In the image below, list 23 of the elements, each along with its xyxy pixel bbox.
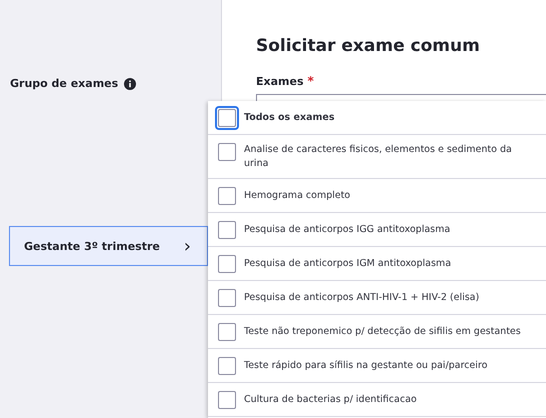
required-mark: * xyxy=(308,74,314,88)
checkbox[interactable] xyxy=(218,186,236,204)
option-label[interactable]: Pesquisa de anticorpos IGM antitoxoplasma xyxy=(244,256,452,270)
option-label[interactable]: Pesquisa de anticorpos ANTI-HIV-1 + HIV-2 (elisa) xyxy=(244,290,480,304)
group-label: Grupo de exames xyxy=(10,77,118,90)
checkbox[interactable] xyxy=(218,254,236,272)
option-label[interactable]: Pesquisa de anticorpos IGG antitoxoplasma xyxy=(244,222,450,236)
field-label: Exames xyxy=(256,75,304,88)
checkbox[interactable] xyxy=(218,322,236,340)
checkbox[interactable] xyxy=(218,288,236,306)
checkbox[interactable] xyxy=(218,390,236,408)
checkbox[interactable] xyxy=(218,356,236,374)
page-title: Solicitar exame comum xyxy=(256,36,481,56)
checkbox[interactable] xyxy=(218,220,236,238)
option-label[interactable]: Todos os exames xyxy=(244,110,335,124)
info-icon[interactable] xyxy=(124,78,136,90)
option-label[interactable]: Hemograma completo xyxy=(244,188,350,202)
option-label[interactable]: Analise de caracteres fisicos, elementos e sedimento da urina xyxy=(244,143,538,171)
option-label[interactable]: Teste não treponemico p/ detecção de sifilis em gestantes xyxy=(244,324,521,338)
exam-group-button[interactable]: Gestante 3º trimestre › xyxy=(9,226,208,266)
option-label[interactable]: Cultura de bacterias p/ identificacao xyxy=(244,392,417,406)
checkbox[interactable] xyxy=(218,143,236,161)
option-label[interactable]: Teste rápido para sífilis na gestante ou pai/parceiro xyxy=(244,358,488,372)
